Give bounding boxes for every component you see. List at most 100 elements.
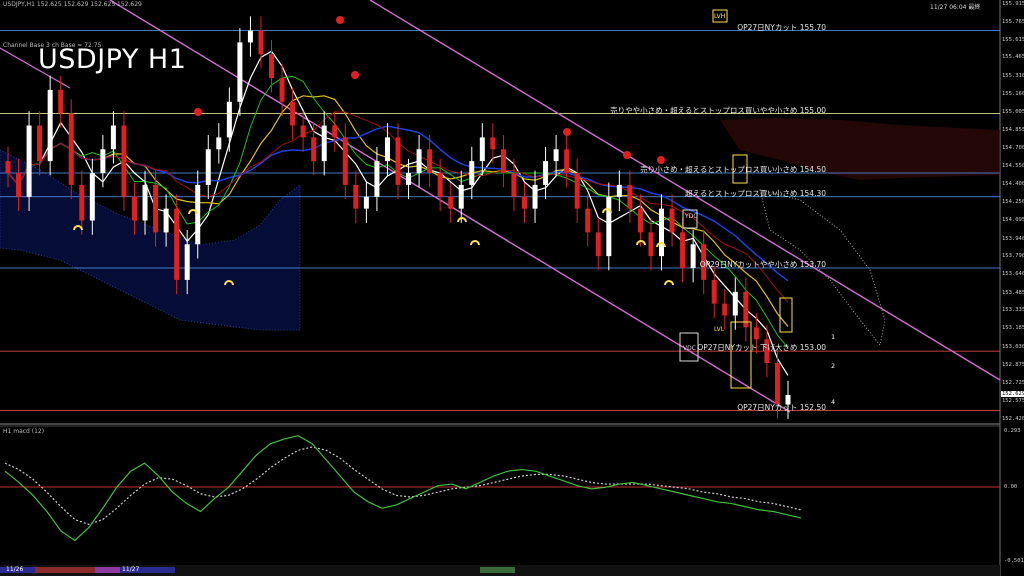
channel-label-1: 1 <box>831 333 836 341</box>
price-tick-label: 153.485 <box>1002 289 1024 296</box>
candle-body <box>774 363 780 405</box>
candle-body <box>353 184 359 209</box>
symbol-info: USDJPY,H1 152.625 152.629 152.625 152.62… <box>3 1 142 8</box>
price-tick-label: 154.095 <box>1002 217 1024 224</box>
level-label: OP27日NYカット 155.70 <box>737 22 826 32</box>
candle-body <box>16 173 22 197</box>
price-tick-label: 152.725 <box>1002 379 1024 386</box>
candle-body <box>427 149 433 174</box>
candle-body <box>47 89 53 162</box>
candle-body <box>669 208 675 233</box>
candle-body <box>5 161 11 174</box>
candle-body <box>269 54 275 79</box>
candle-body <box>659 208 665 257</box>
price-tick-label: 152.875 <box>1002 361 1024 368</box>
candle-body <box>279 78 285 102</box>
candle-body <box>521 196 527 209</box>
candle-body <box>184 244 190 280</box>
candle-body <box>732 291 738 316</box>
candle-body <box>543 161 549 185</box>
candle-body <box>753 327 759 340</box>
candle-body <box>564 149 570 174</box>
candle-body <box>58 89 64 114</box>
candle-body <box>37 125 43 162</box>
price-tick-label: 152.420 <box>1002 416 1024 422</box>
price-chart[interactable] <box>0 0 1024 576</box>
candle-body <box>395 137 401 185</box>
candle-body <box>722 303 728 316</box>
candle-body <box>237 42 243 102</box>
macd-axis-bottom: -0.501 <box>1004 558 1024 564</box>
macd-axis-top: 0.293 <box>1004 428 1021 434</box>
price-tick-label: 155.765 <box>1002 18 1024 25</box>
candle-body <box>437 173 443 197</box>
price-tick-label: 153.335 <box>1002 307 1024 314</box>
price-tick-label: 153.640 <box>1002 271 1024 278</box>
candle-body <box>121 125 127 197</box>
box-label-lvl: LVL <box>714 326 725 333</box>
price-tick-label: 154.400 <box>1002 180 1024 187</box>
candle-body <box>616 184 622 197</box>
candle-body <box>110 125 116 150</box>
box-label-ydc: YDC <box>685 213 698 220</box>
session-bar-3 <box>95 567 120 573</box>
candle-body <box>258 30 264 55</box>
timestamp: 11/27 06:04 最終 <box>930 4 981 11</box>
price-tick-label: 155.310 <box>1002 72 1024 79</box>
session-bar-2 <box>35 567 95 573</box>
price-tick-label: 155.615 <box>1002 36 1024 43</box>
box-label-vdc: VDC <box>683 345 696 352</box>
price-tick-label: 153.185 <box>1002 325 1024 332</box>
candle-body <box>648 232 654 257</box>
candle-body <box>553 149 559 162</box>
candle-body <box>290 101 296 126</box>
candle-body <box>321 125 327 162</box>
candle-body <box>26 125 32 197</box>
current-price-tag: 152.629 <box>1001 391 1024 398</box>
price-tick-label: 154.250 <box>1002 198 1024 205</box>
price-tick-label: 155.915 <box>1002 1 1024 7</box>
channel-label-2: 2 <box>831 362 836 370</box>
candle-body <box>89 173 95 221</box>
candle-body <box>342 137 348 185</box>
macd-axis-zero: 0.00 <box>1004 484 1018 490</box>
candle-body <box>532 184 538 209</box>
candle-body <box>711 279 717 304</box>
candle-body <box>511 173 517 197</box>
price-tick-label: 155.160 <box>1002 90 1024 97</box>
candle-body <box>247 30 253 43</box>
price-tick-label: 154.550 <box>1002 163 1024 170</box>
candle-body <box>627 184 633 209</box>
macd-title: H1 macd (12) <box>3 428 45 435</box>
candle-body <box>363 196 369 209</box>
candle-body <box>100 149 106 174</box>
candle-body <box>416 149 422 174</box>
candle-body <box>174 208 180 280</box>
candle-body <box>153 184 159 233</box>
indicator-info: Channel Base 3 ch Base = 72.75 <box>3 42 102 49</box>
price-tick-label: 154.855 <box>1002 126 1024 133</box>
candle-body <box>606 196 612 257</box>
price-tick-label: 155.005 <box>1002 109 1024 116</box>
time-label-1126: 11/26 <box>6 566 24 573</box>
candle-body <box>469 161 475 185</box>
candle-body <box>79 184 85 221</box>
price-tick-label: 152.575 <box>1002 397 1024 404</box>
candle-body <box>226 101 232 138</box>
candle-body <box>216 137 222 150</box>
candle-body <box>490 137 496 150</box>
candle-body <box>680 232 686 269</box>
level-label: 売り小さめ・超えるとストップロス買い小さめ 154.50 <box>640 165 826 175</box>
candle-body <box>131 196 137 221</box>
candle-body <box>384 137 390 162</box>
price-tick-label: 153.030 <box>1002 343 1024 350</box>
candle-body <box>595 232 601 257</box>
candle-body <box>142 184 148 221</box>
level-label: OP27日NYカット 下げ大きめ 153.00 <box>697 343 826 353</box>
candle-body <box>68 113 74 185</box>
time-label-1127: 11/27 <box>122 566 140 573</box>
price-tick-label: 153.940 <box>1002 235 1024 242</box>
candle-body <box>479 137 485 162</box>
candle-body <box>500 149 506 174</box>
level-label: 売りやや小さめ・超えるとストップロス買いやや小さめ 155.00 <box>610 105 826 115</box>
